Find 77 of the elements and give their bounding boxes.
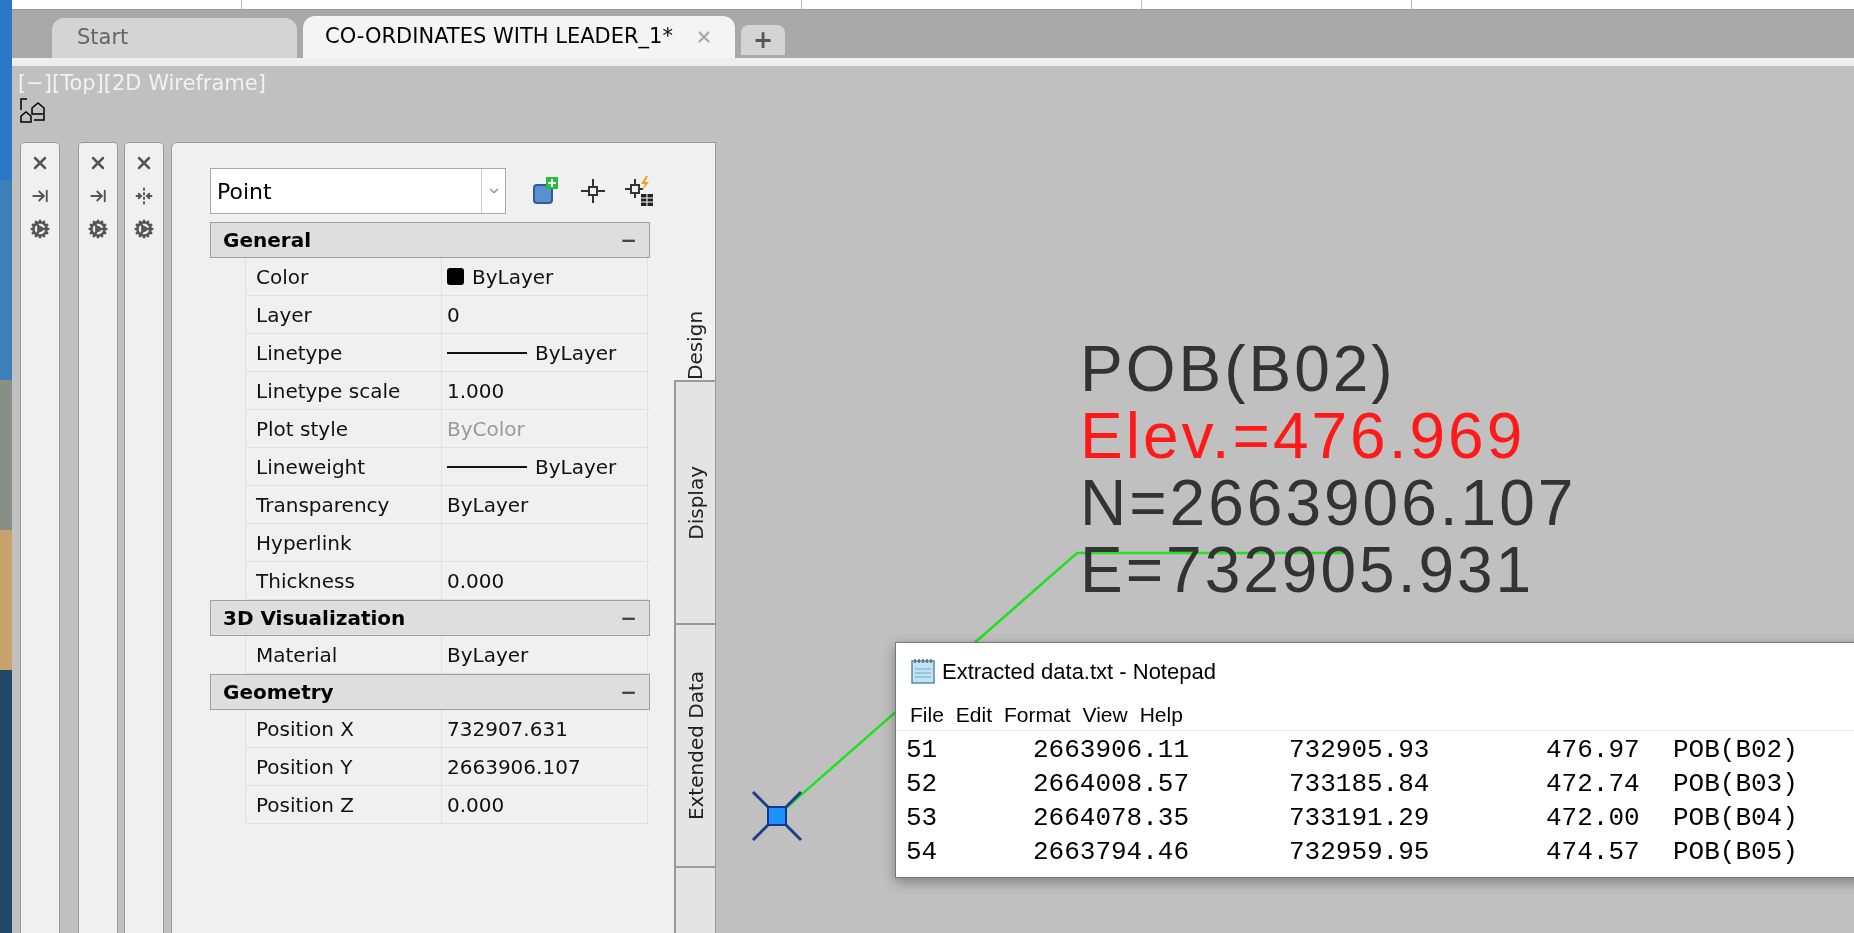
text-line-field: 733191.29 bbox=[1289, 801, 1546, 835]
property-name: Linetype bbox=[256, 339, 343, 367]
text-line-field: 2663794.46 bbox=[1033, 835, 1289, 869]
menu-item[interactable]: Edit bbox=[949, 698, 999, 731]
property-name: Color bbox=[256, 263, 309, 291]
side-tab[interactable]: Design bbox=[674, 142, 716, 381]
drawing-text: N=2663906.107 bbox=[1080, 470, 1577, 537]
property-name: Position Y bbox=[256, 753, 353, 781]
property-value: ByColor bbox=[447, 415, 525, 443]
color-swatch bbox=[447, 268, 464, 285]
section-header[interactable]: Geometry − bbox=[210, 674, 650, 710]
text-line-field: POB(B04) bbox=[1673, 801, 1843, 835]
fold-icon[interactable] bbox=[135, 187, 153, 205]
section-header[interactable]: General − bbox=[210, 222, 650, 258]
text-line-field: 733185.84 bbox=[1289, 767, 1546, 801]
drawing-text: E=732905.931 bbox=[1080, 537, 1536, 604]
side-tab[interactable]: Display bbox=[675, 381, 716, 624]
arrow-icon[interactable] bbox=[31, 187, 49, 205]
text-line-field: 472.00 bbox=[1546, 801, 1673, 835]
property-value: ByLayer bbox=[447, 491, 529, 519]
property-name: Position X bbox=[256, 715, 354, 743]
property-name: Material bbox=[256, 641, 338, 669]
property-name: Linetype scale bbox=[256, 377, 401, 405]
new-tab-button[interactable]: + bbox=[740, 25, 785, 55]
property-value: 0.000 bbox=[447, 567, 505, 595]
text-line-field: 732959.95 bbox=[1289, 835, 1546, 869]
text-line-field: 2664078.35 bbox=[1033, 801, 1289, 835]
property-name: Position Z bbox=[256, 791, 354, 819]
text-line-field: 472.74 bbox=[1546, 767, 1673, 801]
settings-icon[interactable] bbox=[88, 219, 108, 239]
property-value: 0 bbox=[447, 301, 460, 329]
property-value: ByLayer bbox=[472, 263, 554, 291]
ucs-icon bbox=[18, 96, 48, 124]
property-name: Layer bbox=[256, 301, 312, 329]
menu-item[interactable]: Format bbox=[998, 698, 1077, 731]
text-line-field: 732905.93 bbox=[1289, 733, 1546, 767]
property-name: Thickness bbox=[256, 567, 355, 595]
crosshair-icon[interactable] bbox=[580, 178, 606, 204]
notepad-icon bbox=[910, 657, 936, 685]
settings-icon[interactable] bbox=[134, 219, 154, 239]
pick-add-icon[interactable] bbox=[624, 175, 654, 207]
text-line-field: 51 bbox=[906, 733, 1033, 767]
property-name: Plot style bbox=[256, 415, 348, 443]
settings-icon[interactable] bbox=[30, 219, 50, 239]
property-value: ByLayer bbox=[535, 339, 617, 367]
text-line-field: POB(B03) bbox=[1673, 767, 1843, 801]
text-line-field: 54 bbox=[906, 835, 1033, 869]
file-tab[interactable]: CO-ORDINATES WITH LEADER_1* bbox=[303, 16, 735, 58]
side-tab[interactable]: Extended Data bbox=[675, 624, 716, 867]
property-name: Hyperlink bbox=[256, 529, 352, 557]
text-line-field: 2664008.57 bbox=[1033, 767, 1289, 801]
menu-item[interactable]: View bbox=[1076, 698, 1134, 731]
property-value: 1.000 bbox=[447, 377, 505, 405]
menu-item[interactable]: Help bbox=[1133, 698, 1189, 731]
text-line-field: 52 bbox=[906, 767, 1033, 801]
drawing-text: POB(B02) bbox=[1080, 336, 1397, 403]
file-tab[interactable]: Start bbox=[52, 18, 297, 58]
property-value: 732907.631 bbox=[447, 715, 568, 743]
text-line-field: 53 bbox=[906, 801, 1033, 835]
window-title: Extracted data.txt - Notepad bbox=[942, 657, 1216, 686]
property-name: Transparency bbox=[256, 491, 390, 519]
text-line-field: 474.57 bbox=[1546, 835, 1673, 869]
text-line-field: 2663906.11 bbox=[1033, 733, 1289, 767]
menu-item[interactable]: File bbox=[904, 698, 950, 731]
property-value: ByLayer bbox=[447, 641, 529, 669]
property-value: 0.000 bbox=[447, 791, 505, 819]
property-name: Lineweight bbox=[256, 453, 366, 481]
text-line-field: POB(B05) bbox=[1673, 835, 1843, 869]
drawing-text: Elev.=476.969 bbox=[1080, 403, 1527, 470]
section-header[interactable]: 3D Visualization − bbox=[210, 600, 650, 636]
property-value: ByLayer bbox=[535, 453, 617, 481]
text-line-field: 476.97 bbox=[1546, 733, 1673, 767]
point-marker bbox=[751, 790, 803, 842]
text-line-field: POB(B02) bbox=[1673, 733, 1843, 767]
object-type-dropdown[interactable]: Point bbox=[210, 168, 506, 214]
arrow-icon[interactable] bbox=[89, 187, 107, 205]
property-value: 2663906.107 bbox=[447, 753, 581, 781]
